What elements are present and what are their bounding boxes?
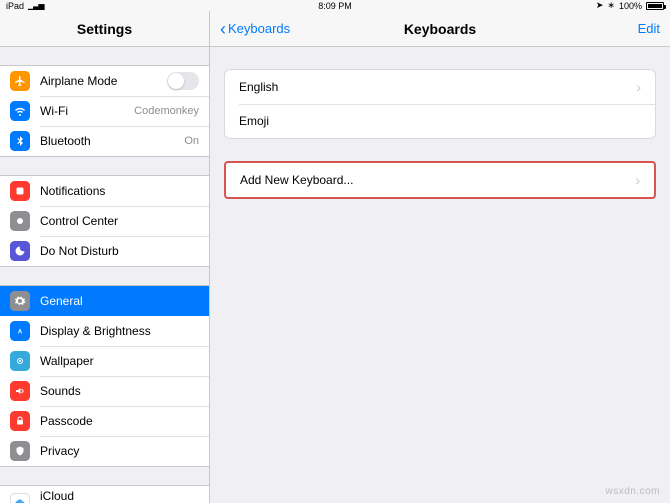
wallpaper-icon [10,351,30,371]
back-label: Keyboards [228,21,290,36]
sidebar-item-display[interactable]: A Display & Brightness [0,316,209,346]
sidebar-title: Settings [0,11,209,47]
sidebar-item-wifi[interactable]: Wi-Fi Codemonkey [0,96,209,126]
add-keyboard-card: Add New Keyboard... › [224,161,656,199]
keyboard-row-emoji[interactable]: Emoji [225,104,655,138]
keyboard-label: English [239,80,278,94]
gear-icon [10,291,30,311]
moon-icon [10,241,30,261]
back-button[interactable]: ‹ Keyboards [220,20,290,38]
notifications-icon [10,181,30,201]
sidebar-item-label: iCloud [40,490,157,503]
svg-text:A: A [18,330,23,336]
detail-header: ‹ Keyboards Keyboards Edit [210,11,670,47]
battery-pct: 100% [619,1,642,11]
sounds-icon [10,381,30,401]
sidebar-item-dnd[interactable]: Do Not Disturb [0,236,209,266]
sidebar-item-bluetooth[interactable]: Bluetooth On [0,126,209,156]
add-keyboard-label: Add New Keyboard... [240,173,353,187]
keyboard-label: Emoji [239,114,269,128]
status-carrier: iPad [6,1,24,11]
wifi-settings-icon [10,101,30,121]
sidebar-item-icloud[interactable]: iCloud Michael.McConnell@me.com [0,486,209,503]
battery-icon [646,2,664,10]
control-center-icon [10,211,30,231]
sidebar-item-notifications[interactable]: Notifications [0,176,209,206]
wifi-network-name: Codemonkey [134,105,199,117]
bluetooth-icon: ∗ [607,0,615,11]
wifi-icon: ▁▃▅ [28,1,43,10]
chevron-right-icon: › [636,79,641,95]
sidebar-item-label: Control Center [40,214,199,228]
passcode-icon [10,411,30,431]
settings-sidebar: Settings Airplane Mode Wi-Fi Codemonkey [0,11,210,503]
bluetooth-status: On [184,135,199,147]
sidebar-item-label: Do Not Disturb [40,244,199,258]
sidebar-item-airplane[interactable]: Airplane Mode [0,66,209,96]
display-icon: A [10,321,30,341]
sidebar-item-label: Notifications [40,184,199,198]
sidebar-item-privacy[interactable]: Privacy [0,436,209,466]
cloud-icon [10,493,30,503]
chevron-left-icon: ‹ [220,20,226,38]
chevron-right-icon: › [635,172,640,188]
sidebar-item-label: Sounds [40,384,199,398]
sidebar-item-wallpaper[interactable]: Wallpaper [0,346,209,376]
sidebar-item-passcode[interactable]: Passcode [0,406,209,436]
sidebar-item-label: Privacy [40,444,199,458]
edit-button[interactable]: Edit [638,21,660,36]
sidebar-item-sounds[interactable]: Sounds [0,376,209,406]
sidebar-item-label: Display & Brightness [40,324,199,338]
status-time: 8:09 PM [318,1,352,11]
sidebar-item-label: General [40,294,199,308]
sidebar-item-control-center[interactable]: Control Center [0,206,209,236]
detail-pane: ‹ Keyboards Keyboards Edit English › Emo… [210,11,670,503]
sidebar-item-label: Wallpaper [40,354,199,368]
sidebar-item-label: Wi-Fi [40,104,130,118]
add-new-keyboard-button[interactable]: Add New Keyboard... › [226,163,654,197]
keyboard-row-english[interactable]: English › [225,70,655,104]
detail-title: Keyboards [404,21,476,37]
airplane-toggle[interactable] [167,72,199,90]
keyboards-list: English › Emoji [224,69,656,139]
location-icon: ➤ [596,0,604,11]
sidebar-item-label: Airplane Mode [40,74,167,88]
privacy-icon [10,441,30,461]
bluetooth-settings-icon [10,131,30,151]
sidebar-item-label: Bluetooth [40,134,180,148]
airplane-icon [10,71,30,91]
sidebar-item-general[interactable]: General [0,286,209,316]
sidebar-item-label: Passcode [40,414,199,428]
status-bar: iPad ▁▃▅ 8:09 PM ➤ ∗ 100% [0,0,670,11]
watermark: wsxdn.com [605,486,660,497]
